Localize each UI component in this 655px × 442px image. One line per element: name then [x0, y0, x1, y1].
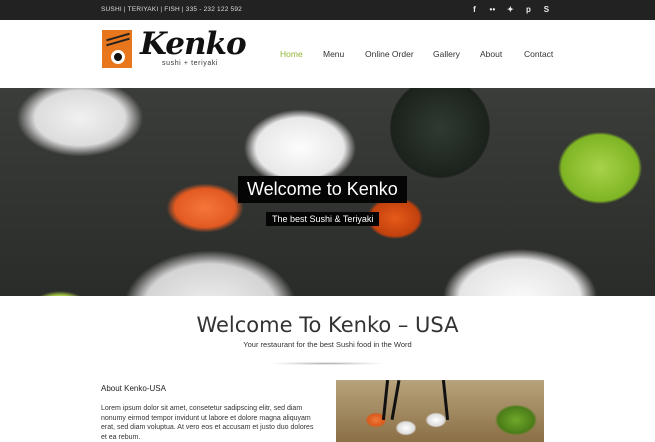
hero-banner: Welcome to Kenko The best Sushi & Teriya… — [0, 88, 655, 296]
hero-title: Welcome to Kenko — [238, 176, 407, 203]
social-links: f •• ✦ p S — [470, 4, 551, 15]
page-tagline: Your restaurant for the best Sushi food … — [243, 340, 412, 349]
twitter-icon[interactable]: ✦ — [506, 4, 515, 15]
page-title: Welcome To Kenko – USA — [196, 313, 459, 337]
nav-online-order[interactable]: Online Order — [365, 49, 414, 59]
brand-subtitle: sushi + teriyaki — [162, 60, 219, 67]
about-heading: About Kenko-USA — [101, 384, 166, 393]
nav-gallery[interactable]: Gallery — [433, 49, 460, 59]
brand-name[interactable]: Kenko — [140, 26, 247, 62]
facebook-icon[interactable]: f — [470, 4, 479, 15]
nav-contact[interactable]: Contact — [524, 49, 553, 59]
nav-menu[interactable]: Menu — [323, 49, 344, 59]
site-header: Kenko sushi + teriyaki Home Menu Online … — [0, 20, 655, 88]
sushi-photo — [336, 380, 544, 442]
nav-about[interactable]: About — [480, 49, 502, 59]
flickr-icon[interactable]: •• — [488, 4, 497, 15]
nav-home[interactable]: Home — [280, 49, 303, 59]
logo-icon[interactable] — [102, 30, 132, 68]
divider — [272, 362, 382, 365]
top-bar: SUSHI | TERIYAKI | FISH | 335 - 232 122 … — [0, 0, 655, 20]
hero-subtitle: The best Sushi & Teriyaki — [266, 212, 380, 226]
skype-icon[interactable]: S — [542, 4, 551, 15]
pinterest-icon[interactable]: p — [524, 4, 533, 15]
contact-info: SUSHI | TERIYAKI | FISH | 335 - 232 122 … — [101, 6, 242, 13]
about-text: Lorem ipsum dolor sit amet, consetetur s… — [101, 405, 314, 441]
